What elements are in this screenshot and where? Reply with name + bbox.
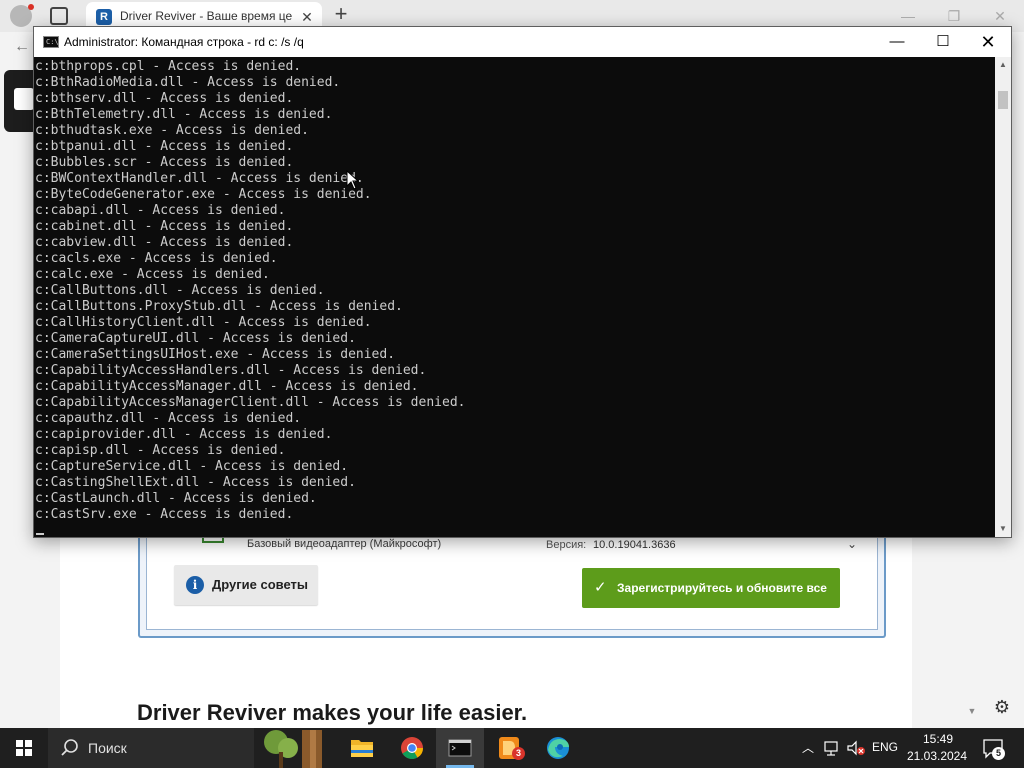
- version-label: Версия:: [546, 539, 587, 551]
- taskbar-driver-reviver[interactable]: 3: [486, 728, 534, 768]
- taskbar: Поиск 3 ︿ ENG 15:49 21.03.2024 5: [0, 728, 1024, 768]
- console-line: c:capauthz.dll - Access is denied.: [35, 411, 302, 426]
- console-output-area[interactable]: c:bthprops.cpl - Access is denied. c:BthR…: [34, 57, 995, 537]
- console-line: c:BthRadioMedia.dll - Access is denied.: [35, 75, 341, 90]
- profile-notification-dot: [28, 4, 34, 10]
- command-prompt-window[interactable]: C:\ Administrator: Командная строка - rd…: [33, 26, 1012, 538]
- browser-close-icon[interactable]: ✕: [988, 6, 1012, 26]
- tab-actions-icon[interactable]: [50, 7, 68, 25]
- console-output: c:bthprops.cpl - Access is denied. c:BthR…: [35, 59, 993, 523]
- tab-close-icon[interactable]: ✕: [298, 8, 316, 26]
- taskbar-edge[interactable]: [534, 728, 582, 768]
- console-line: c:bthudtask.exe - Access is denied.: [35, 123, 309, 138]
- edge-icon: [547, 737, 569, 759]
- console-scrollbar[interactable]: ▲ ▼: [995, 57, 1011, 537]
- volume-muted-icon[interactable]: [846, 738, 866, 758]
- page-heading: Driver Reviver makes your life easier.: [137, 700, 528, 725]
- network-icon[interactable]: [824, 738, 842, 758]
- console-line: c:CallHistoryClient.dll - Access is deni…: [35, 315, 372, 330]
- notifications-button[interactable]: 5: [982, 738, 1006, 760]
- more-tips-label: Другие советы: [212, 577, 309, 592]
- folder-icon: [351, 740, 373, 757]
- console-line: c:cabapi.dll - Access is denied.: [35, 203, 286, 218]
- mouse-pointer-icon: [346, 170, 360, 190]
- console-line: c:cabview.dll - Access is denied.: [35, 235, 294, 250]
- console-line: c:capiprovider.dll - Access is denied.: [35, 427, 333, 442]
- more-tips-button[interactable]: i Другие советы: [174, 565, 318, 605]
- notification-count-badge: 5: [992, 747, 1005, 760]
- new-tab-icon[interactable]: +: [330, 3, 352, 26]
- chevron-down-icon[interactable]: ⌄: [845, 537, 859, 551]
- console-line: c:CameraCaptureUI.dll - Access is denied…: [35, 331, 356, 346]
- start-button[interactable]: [0, 728, 48, 768]
- gear-icon[interactable]: ⚙: [991, 696, 1013, 718]
- command-prompt-icon: C:\: [43, 36, 59, 48]
- console-window-title: Administrator: Командная строка - rd c: …: [64, 35, 304, 49]
- windows-logo-icon: [16, 740, 32, 756]
- browser-restore-icon[interactable]: ❐: [942, 6, 966, 26]
- chrome-icon: [401, 737, 423, 759]
- device-name: Базовый видеоадаптер (Майкрософт): [247, 538, 442, 550]
- taskbar-command-prompt[interactable]: [436, 728, 484, 768]
- clock-date[interactable]: 21.03.2024: [906, 749, 968, 763]
- console-line: c:cabinet.dll - Access is denied.: [35, 219, 294, 234]
- register-update-all-label: Зарегистрируйтесь и обновите все: [617, 581, 827, 595]
- console-line: c:capisp.dll - Access is denied.: [35, 443, 286, 458]
- console-line: c:CameraSettingsUIHost.exe - Access is d…: [35, 347, 396, 362]
- console-maximize-icon[interactable]: ☐: [920, 27, 966, 57]
- console-line: c:CastLaunch.dll - Access is denied.: [35, 491, 317, 506]
- taskbar-chrome[interactable]: [388, 728, 436, 768]
- console-line: c:ByteCodeGenerator.exe - Access is deni…: [35, 187, 372, 202]
- info-icon: i: [186, 576, 204, 594]
- console-line: c:CallButtons.ProxyStub.dll - Access is …: [35, 299, 403, 314]
- search-icon: [61, 739, 78, 756]
- console-title-bar[interactable]: C:\ Administrator: Командная строка - rd…: [34, 27, 1011, 57]
- terminal-icon: [448, 739, 472, 757]
- console-line: c:CapabilityAccessManager.dll - Access i…: [35, 379, 419, 394]
- scroll-thumb[interactable]: [998, 91, 1008, 109]
- console-minimize-icon[interactable]: —: [874, 27, 920, 57]
- driver-reviver-favicon-icon: R: [96, 9, 112, 25]
- checkmark-icon: ✓: [594, 579, 607, 596]
- search-placeholder: Поиск: [88, 740, 127, 756]
- input-language[interactable]: ENG: [872, 740, 898, 754]
- console-line: c:BWContextHandler.dll - Access is denie…: [35, 171, 364, 186]
- scroll-up-arrow-icon[interactable]: ▲: [995, 57, 1011, 73]
- console-close-icon[interactable]: ✕: [965, 27, 1011, 57]
- driver-reviver-badge: 3: [512, 747, 525, 760]
- console-line: c:calc.exe - Access is denied.: [35, 267, 270, 282]
- chevron-up-icon[interactable]: ︿: [800, 738, 816, 758]
- version-value: 10.0.19041.3636: [593, 539, 676, 551]
- console-line: c:CallButtons.dll - Access is denied.: [35, 283, 325, 298]
- console-line: c:btpanui.dll - Access is denied.: [35, 139, 294, 154]
- console-line: c:bthserv.dll - Access is denied.: [35, 91, 294, 106]
- console-line: c:cacls.exe - Access is denied.: [35, 251, 278, 266]
- console-line: c:bthprops.cpl - Access is denied.: [35, 59, 302, 74]
- clock-time[interactable]: 15:49: [910, 732, 966, 746]
- console-line: c:Bubbles.scr - Access is denied.: [35, 155, 294, 170]
- console-line: c:BthTelemetry.dll - Access is denied.: [35, 107, 333, 122]
- console-cursor: [36, 533, 44, 535]
- driver-reviver-app-icon: [499, 737, 519, 759]
- console-line: c:CapabilityAccessHandlers.dll - Access …: [35, 363, 427, 378]
- page-scroll-down-icon[interactable]: ▼: [966, 706, 978, 718]
- console-line: c:CastSrv.exe - Access is denied.: [35, 507, 294, 522]
- console-line: c:CaptureService.dll - Access is denied.: [35, 459, 349, 474]
- console-line: c:CastingShellExt.dll - Access is denied…: [35, 475, 356, 490]
- search-highlight-illustration-icon: [264, 730, 322, 768]
- console-line: c:CapabilityAccessManagerClient.dll - Ac…: [35, 395, 466, 410]
- register-update-all-button[interactable]: ✓ Зарегистрируйтесь и обновите все: [582, 568, 840, 608]
- taskbar-file-explorer[interactable]: [338, 728, 386, 768]
- browser-minimize-icon[interactable]: —: [896, 6, 920, 26]
- back-arrow-icon[interactable]: ←: [14, 38, 32, 56]
- browser-tab-title: Driver Reviver - Ваше время це: [120, 9, 292, 23]
- taskbar-search-box[interactable]: Поиск: [48, 728, 254, 768]
- scroll-down-arrow-icon[interactable]: ▼: [995, 521, 1011, 537]
